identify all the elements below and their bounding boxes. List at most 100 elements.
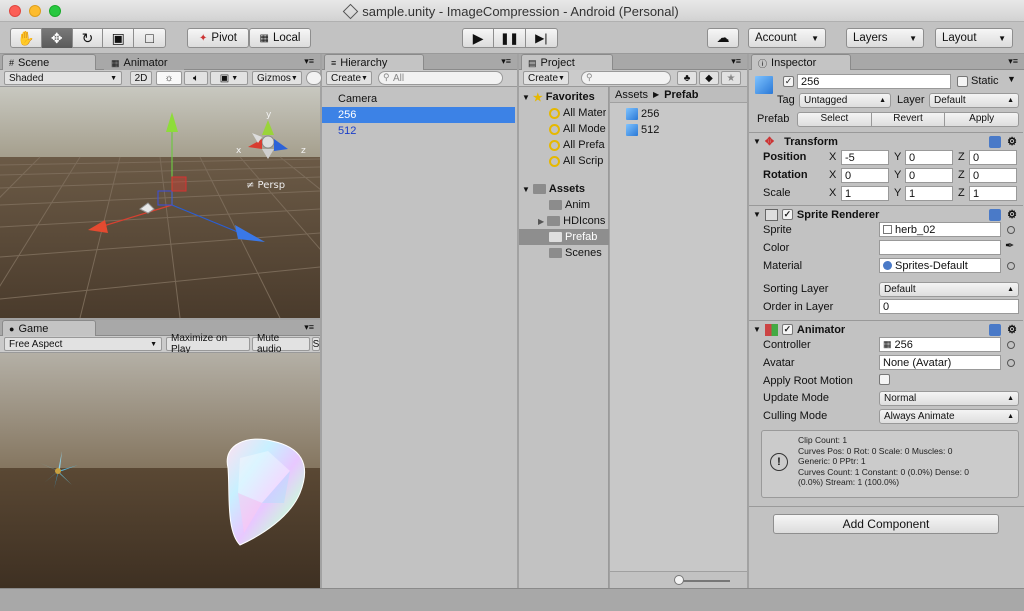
tab-project[interactable]: ▤ Project bbox=[521, 54, 613, 71]
object-name-field[interactable]: 256 bbox=[797, 74, 951, 89]
filter-by-label-button[interactable]: ◆ bbox=[699, 71, 719, 85]
apply-root-motion-checkbox[interactable] bbox=[879, 374, 890, 388]
update-mode-dropdown[interactable]: Normal ▲︎ bbox=[879, 391, 1019, 406]
object-picker-icon[interactable] bbox=[1007, 359, 1015, 367]
hierarchy-item-camera[interactable]: Camera bbox=[322, 91, 515, 107]
rotation-y-field[interactable]: 0 bbox=[905, 168, 953, 183]
add-component-button[interactable]: Add Component bbox=[773, 514, 999, 534]
favorite-all-materials[interactable]: All Mater bbox=[549, 105, 606, 121]
scale-tool-icon[interactable]: ▣ bbox=[103, 28, 135, 48]
panel-menu-icon[interactable]: ▾≡ bbox=[731, 56, 741, 67]
color-swatch[interactable] bbox=[879, 240, 1001, 255]
gear-icon[interactable]: ⚙ bbox=[1007, 208, 1017, 221]
checkbox-checked-icon[interactable]: ✓ bbox=[781, 209, 793, 220]
prefab-select-button[interactable]: Select bbox=[798, 113, 872, 126]
transform-component-header[interactable]: ▼ ✥ Transform ⚙ bbox=[749, 132, 1023, 150]
mute-audio-toggle[interactable]: Mute audio bbox=[252, 333, 310, 355]
perspective-label[interactable]: ≠ Persp bbox=[246, 180, 285, 191]
hierarchy-create-dropdown[interactable]: Create ▼ bbox=[326, 71, 372, 85]
active-checkbox[interactable]: ✓ bbox=[783, 75, 794, 87]
tab-scene[interactable]: # Scene bbox=[2, 54, 96, 71]
asset-prefab-256[interactable]: 256 bbox=[626, 106, 659, 122]
layers-dropdown[interactable]: Layers ▼ bbox=[846, 28, 924, 48]
folder-anim[interactable]: Anim bbox=[549, 197, 590, 213]
position-z-field[interactable]: 0 bbox=[969, 150, 1017, 165]
layout-dropdown[interactable]: Layout ▼ bbox=[935, 28, 1013, 48]
favorite-all-prefabs[interactable]: All Prefa bbox=[549, 137, 605, 153]
favorite-search-button[interactable]: ★ bbox=[721, 71, 741, 85]
gear-icon[interactable]: ⚙ bbox=[1007, 135, 1017, 148]
play-icon[interactable]: ▶ bbox=[463, 28, 495, 48]
help-book-icon[interactable] bbox=[989, 323, 1001, 336]
project-create-dropdown[interactable]: Create ▼ bbox=[523, 71, 569, 85]
sprite-renderer-header[interactable]: ▼ ✓ Sprite Renderer ⚙ bbox=[749, 205, 1023, 223]
rect-tool-icon[interactable]: □ bbox=[134, 28, 165, 48]
static-dropdown-arrow-icon[interactable]: ▼ bbox=[1007, 74, 1016, 84]
account-dropdown[interactable]: Account ▼ bbox=[748, 28, 826, 48]
gear-icon[interactable]: ⚙ bbox=[1007, 323, 1017, 336]
panel-menu-icon[interactable]: ▾≡ bbox=[304, 56, 314, 67]
folder-hdicons[interactable]: ▶ HDIcons bbox=[538, 213, 605, 229]
order-in-layer-field[interactable]: 0 bbox=[879, 299, 1019, 314]
hand-tool-icon[interactable]: ✋ bbox=[11, 28, 42, 48]
object-picker-icon[interactable] bbox=[1007, 341, 1015, 349]
hierarchy-item-512[interactable]: 512 bbox=[322, 123, 515, 139]
tab-hierarchy[interactable]: ≡ Hierarchy bbox=[324, 54, 424, 71]
static-toggle[interactable]: Static bbox=[957, 75, 999, 87]
tab-game[interactable]: ● Game bbox=[2, 320, 96, 337]
favorite-all-scripts[interactable]: All Scrip bbox=[549, 153, 603, 169]
eyedropper-icon[interactable]: ✒ bbox=[1005, 239, 1014, 252]
stats-toggle[interactable]: S bbox=[312, 337, 320, 351]
prefab-revert-button[interactable]: Revert bbox=[872, 113, 946, 126]
maximize-on-play-toggle[interactable]: Maximize on Play bbox=[166, 333, 250, 355]
scene-viewport[interactable]: y x z ≠ Persp bbox=[0, 87, 320, 318]
move-tool-icon[interactable]: ✥ bbox=[41, 28, 73, 48]
local-toggle-button[interactable]: ▦ Local bbox=[249, 28, 311, 48]
animator-component-header[interactable]: ▼ ✓ Animator ⚙ bbox=[749, 320, 1023, 338]
sorting-layer-dropdown[interactable]: Default ▲︎ bbox=[879, 282, 1019, 297]
scene-lighting-toggle[interactable]: ☼ bbox=[156, 71, 182, 85]
material-field[interactable]: Sprites-Default bbox=[879, 258, 1001, 273]
layer-dropdown[interactable]: Default ▲︎ bbox=[929, 93, 1019, 108]
position-y-field[interactable]: 0 bbox=[905, 150, 953, 165]
rotate-tool-icon[interactable]: ↻ bbox=[73, 28, 104, 48]
breadcrumb-root[interactable]: Assets bbox=[615, 89, 648, 101]
folder-prefab[interactable]: Prefab bbox=[519, 229, 609, 245]
icon-size-slider-track[interactable] bbox=[676, 580, 730, 582]
tab-inspector[interactable]: ⓘ Inspector bbox=[751, 54, 851, 71]
scene-effects-dropdown[interactable]: ▣ ▼ bbox=[210, 71, 248, 85]
tab-animator[interactable]: ▦ Animator bbox=[104, 54, 184, 71]
panel-menu-icon[interactable]: ▾≡ bbox=[304, 322, 314, 333]
2d-mode-toggle[interactable]: 2D bbox=[130, 71, 152, 85]
folder-scenes[interactable]: Scenes bbox=[549, 245, 602, 261]
assets-section[interactable]: ▼ Assets bbox=[522, 181, 585, 197]
help-book-icon[interactable] bbox=[989, 208, 1001, 221]
scale-x-field[interactable]: 1 bbox=[841, 186, 889, 201]
asset-prefab-512[interactable]: 512 bbox=[626, 122, 659, 138]
project-search-field[interactable]: ⚲ bbox=[581, 71, 671, 85]
filter-by-type-button[interactable]: ♣ bbox=[677, 71, 697, 85]
cloud-services-button[interactable]: ☁ bbox=[707, 28, 739, 48]
sprite-field[interactable]: herb_02 bbox=[879, 222, 1001, 237]
icon-size-slider-thumb[interactable] bbox=[674, 575, 684, 585]
scene-audio-toggle[interactable]: 🔈︎ bbox=[184, 71, 208, 85]
object-picker-icon[interactable] bbox=[1007, 262, 1015, 270]
panel-menu-icon[interactable]: ▾≡ bbox=[1008, 56, 1018, 67]
scale-y-field[interactable]: 1 bbox=[905, 186, 953, 201]
aspect-ratio-dropdown[interactable]: Free Aspect ▼ bbox=[4, 337, 162, 351]
avatar-field[interactable]: None (Avatar) bbox=[879, 355, 1001, 370]
culling-mode-dropdown[interactable]: Always Animate ▲︎ bbox=[879, 409, 1019, 424]
object-picker-icon[interactable] bbox=[1007, 226, 1015, 234]
hierarchy-search-field[interactable]: ⚲ All bbox=[378, 71, 503, 85]
checkbox-checked-icon[interactable]: ✓ bbox=[781, 324, 793, 335]
position-x-field[interactable]: -5 bbox=[841, 150, 889, 165]
pivot-toggle-button[interactable]: ✦ Pivot bbox=[187, 28, 249, 48]
help-book-icon[interactable] bbox=[989, 135, 1001, 148]
rotation-x-field[interactable]: 0 bbox=[841, 168, 889, 183]
pause-icon[interactable]: ❚❚ bbox=[494, 28, 526, 48]
tag-dropdown[interactable]: Untagged ▲︎ bbox=[799, 93, 891, 108]
favorite-all-models[interactable]: All Mode bbox=[549, 121, 606, 137]
prefab-apply-button[interactable]: Apply bbox=[945, 113, 1018, 126]
breadcrumb-current[interactable]: Prefab bbox=[664, 89, 698, 101]
favorites-section[interactable]: ▼ ★ Favorites bbox=[522, 89, 595, 105]
